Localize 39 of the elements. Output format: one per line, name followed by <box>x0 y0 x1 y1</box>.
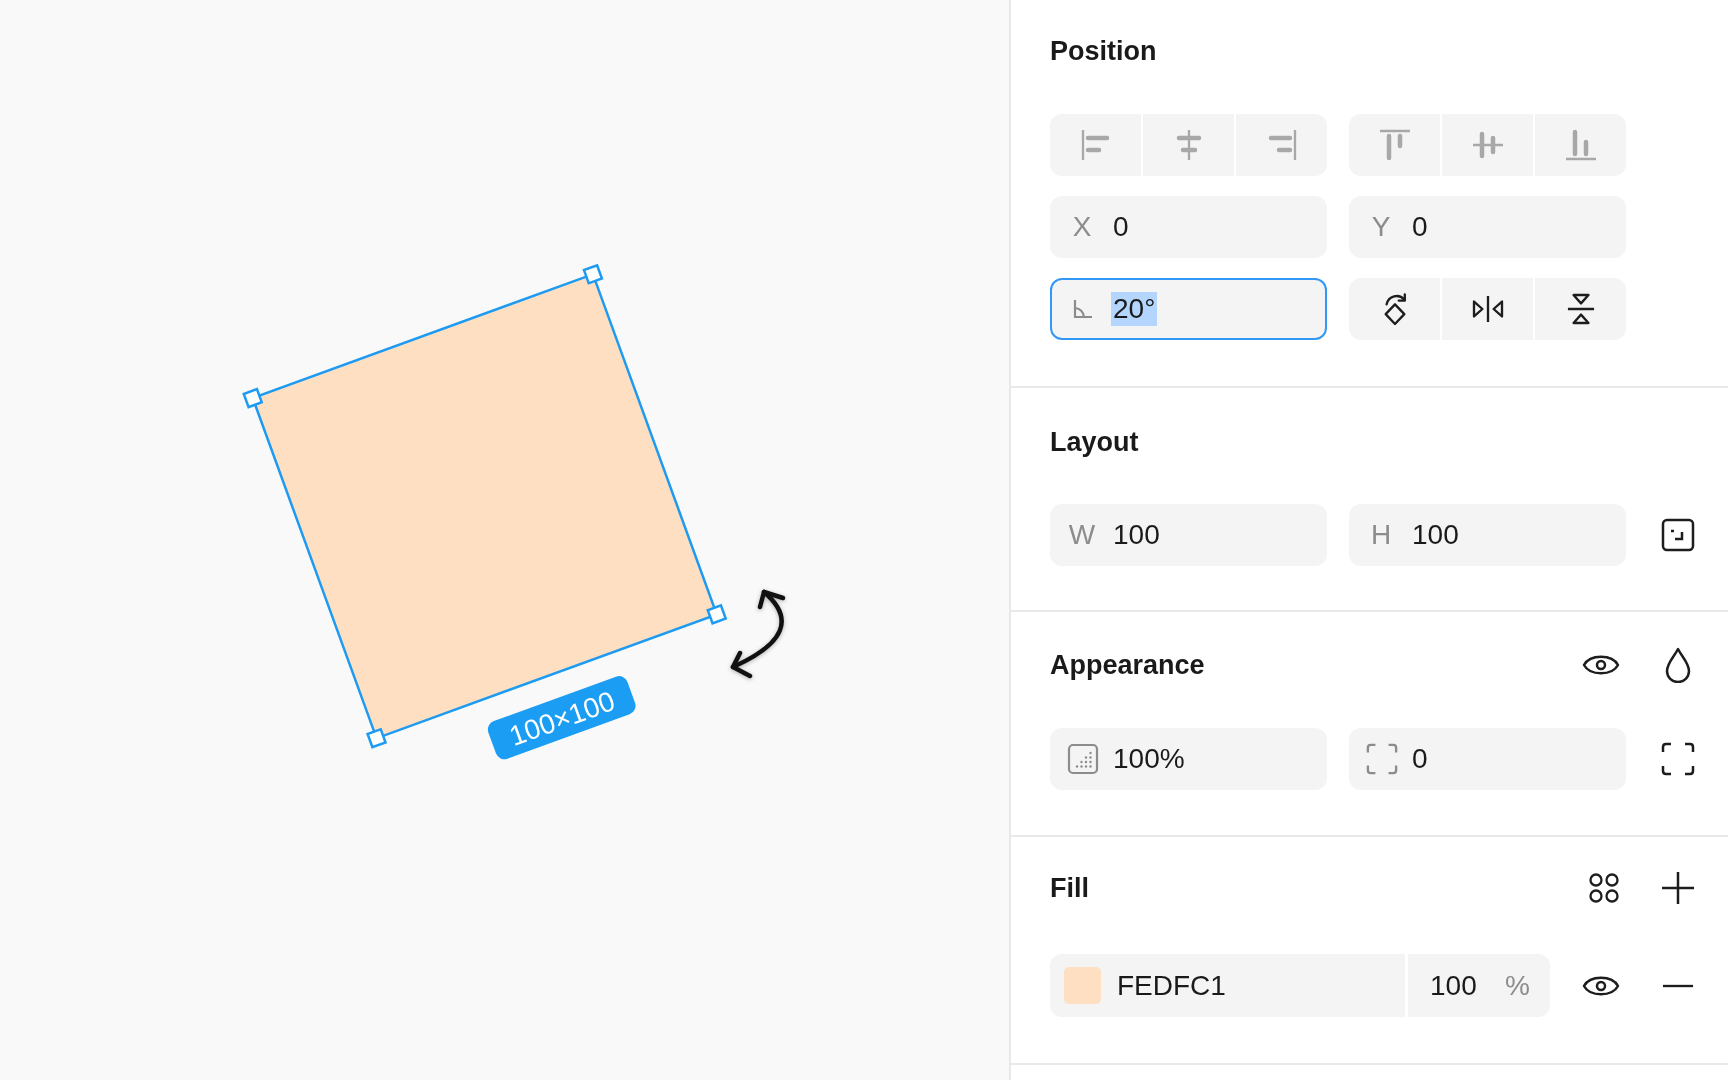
flip-horizontal-icon <box>1470 295 1505 323</box>
fill-opacity-field[interactable]: 100 % <box>1408 954 1550 1017</box>
position-field[interactable]: X 0 <box>1050 196 1327 258</box>
position-field[interactable]: Y 0 <box>1349 196 1626 258</box>
flip-horizontal-button[interactable] <box>1442 278 1533 340</box>
resize-handle[interactable] <box>366 727 388 749</box>
resize-handle[interactable] <box>706 603 728 625</box>
align-bottom-icon <box>1563 128 1598 162</box>
opacity-icon <box>1067 743 1099 775</box>
section-title: Layout <box>1050 426 1139 459</box>
rotate-cursor-icon <box>730 589 786 679</box>
flip-vertical-button[interactable] <box>1535 278 1626 340</box>
square-corner-icon[interactable] <box>1661 518 1695 552</box>
field-label: H <box>1369 519 1393 551</box>
drop-icon[interactable] <box>1664 647 1692 683</box>
resize-handle[interactable] <box>582 263 604 285</box>
resize-handle[interactable] <box>242 387 264 409</box>
corner-brackets-icon[interactable] <box>1661 742 1695 776</box>
section-title: Appearance <box>1050 649 1205 682</box>
flip-vertical-icon <box>1566 292 1595 326</box>
section-title: Fill <box>1050 872 1089 905</box>
four-circles-icon[interactable] <box>1588 872 1620 904</box>
opacity-field[interactable]: 100% <box>1050 728 1327 790</box>
hex-color-field[interactable]: FEDFC1 <box>1050 954 1405 1017</box>
rotate-button[interactable] <box>1349 278 1440 340</box>
field-label: X <box>1071 211 1093 243</box>
field-label: Y <box>1370 211 1392 243</box>
field-label: W <box>1067 519 1097 551</box>
swatch-icon[interactable] <box>1064 967 1101 1004</box>
section-title: Position <box>1050 35 1157 68</box>
size-field[interactable]: W 100 <box>1050 504 1327 566</box>
minus-icon[interactable] <box>1662 983 1694 988</box>
size-field[interactable]: H 100 <box>1349 504 1626 566</box>
corner-brackets-icon <box>1366 743 1398 775</box>
corner-radius-field[interactable]: 0 <box>1349 728 1626 790</box>
align-top-icon <box>1377 128 1412 162</box>
rotation-field[interactable]: 20° <box>1050 278 1327 340</box>
plus-icon[interactable] <box>1661 871 1695 905</box>
angle-icon <box>1072 298 1094 320</box>
